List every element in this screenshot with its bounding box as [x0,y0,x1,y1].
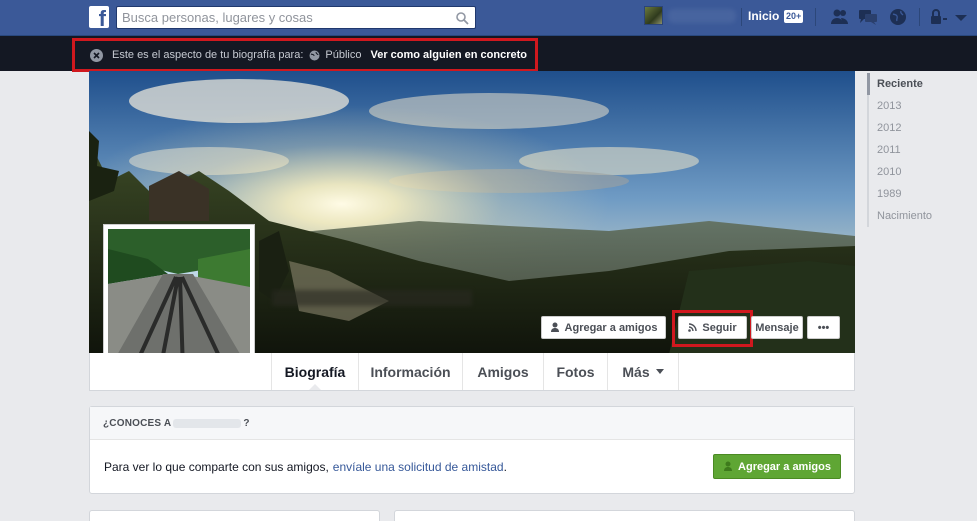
profile-road-image [108,229,250,371]
name-redacted [173,418,242,428]
add-friend-button[interactable]: Agregar a amigos [541,316,666,339]
tab-label: Información [370,363,451,380]
user-avatar[interactable] [644,6,663,25]
divider [741,8,742,26]
messages-icon[interactable] [858,8,878,26]
search-box[interactable] [116,6,476,29]
left-column-card [89,510,380,521]
sentence-end: . [503,460,507,474]
chevron-down-icon [655,369,664,374]
year-item-1989[interactable]: 1989 [869,183,967,205]
friend-requests-icon[interactable] [830,8,850,26]
user-name-redacted[interactable] [668,9,736,23]
audience-label[interactable]: Público [325,49,361,61]
right-column-card [394,510,855,521]
tab-label: Biografía [284,363,346,380]
view-as-text: Este es el aspecto de tu biografía para: [112,49,304,61]
search-input[interactable] [117,7,447,28]
top-navigation-bar: f Inicio 20+ [0,0,977,36]
view-as-specific-person-link[interactable]: Ver como alguien en concreto [370,49,527,61]
rss-follow-icon [688,323,698,332]
tab-label: Fotos [556,363,595,380]
tab-fotos[interactable]: Fotos [544,353,608,390]
more-options-button[interactable]: ••• [807,316,840,339]
privacy-lock-icon[interactable] [928,8,948,26]
notifications-globe-icon[interactable] [888,8,908,26]
profile-name-redacted [272,290,472,306]
year-item-2012[interactable]: 2012 [869,117,967,139]
friend-suggestion-body: Para ver lo que comparte con sus amigos,… [90,440,854,494]
tab-mas[interactable]: Más [608,353,679,390]
view-as-notice: Este es el aspecto de tu biografía para:… [72,38,538,72]
tab-label: Más [622,363,650,380]
timeline-year-nav: Reciente 2013 2012 2011 2010 1989 Nacimi… [867,73,967,227]
tab-informacion[interactable]: Información [359,353,463,390]
search-icon[interactable] [455,11,469,25]
send-friend-request-link[interactable]: envíale una solicitud de amistad [333,460,504,474]
facebook-logo[interactable]: f [89,6,109,28]
active-tab-indicator [309,384,321,390]
year-item-2010[interactable]: 2010 [869,161,967,183]
home-badge: 20+ [784,10,804,23]
divider [815,8,816,26]
follow-button[interactable]: Seguir [678,316,747,339]
add-friend-icon [550,322,559,332]
year-item-reciente[interactable]: Reciente [867,73,967,95]
message-label: Mensaje [755,321,799,334]
add-friend-green-button[interactable]: Agregar a amigos [713,454,841,479]
settings-arrow-icon[interactable] [952,8,972,26]
friend-suggestion-heading: ¿CONOCES A ? [90,407,854,440]
follow-label: Seguir [702,321,737,334]
friend-suggestion-card: ¿CONOCES A ? Para ver lo que comparte co… [89,406,855,494]
year-item-2013[interactable]: 2013 [869,95,967,117]
tab-biografia[interactable]: Biografía [271,353,359,390]
heading-suffix: ? [243,417,250,429]
divider [919,8,920,26]
globe-icon [309,50,320,60]
tab-amigos[interactable]: Amigos [463,353,544,390]
close-icon[interactable] [90,48,103,62]
more-options-icon: ••• [817,321,830,334]
friend-suggestion-text: Para ver lo que comparte con sus amigos, [104,460,329,474]
add-friend-icon [724,461,733,471]
home-link[interactable]: Inicio [748,9,779,23]
year-item-nacimiento[interactable]: Nacimiento [869,205,967,227]
message-button[interactable]: Mensaje [751,316,803,339]
add-friend-label: Agregar a amigos [564,321,658,334]
year-item-2011[interactable]: 2011 [869,139,967,161]
add-friend-green-label: Agregar a amigos [738,460,831,473]
tab-label: Amigos [477,363,529,380]
heading-prefix: ¿CONOCES A [103,417,172,429]
